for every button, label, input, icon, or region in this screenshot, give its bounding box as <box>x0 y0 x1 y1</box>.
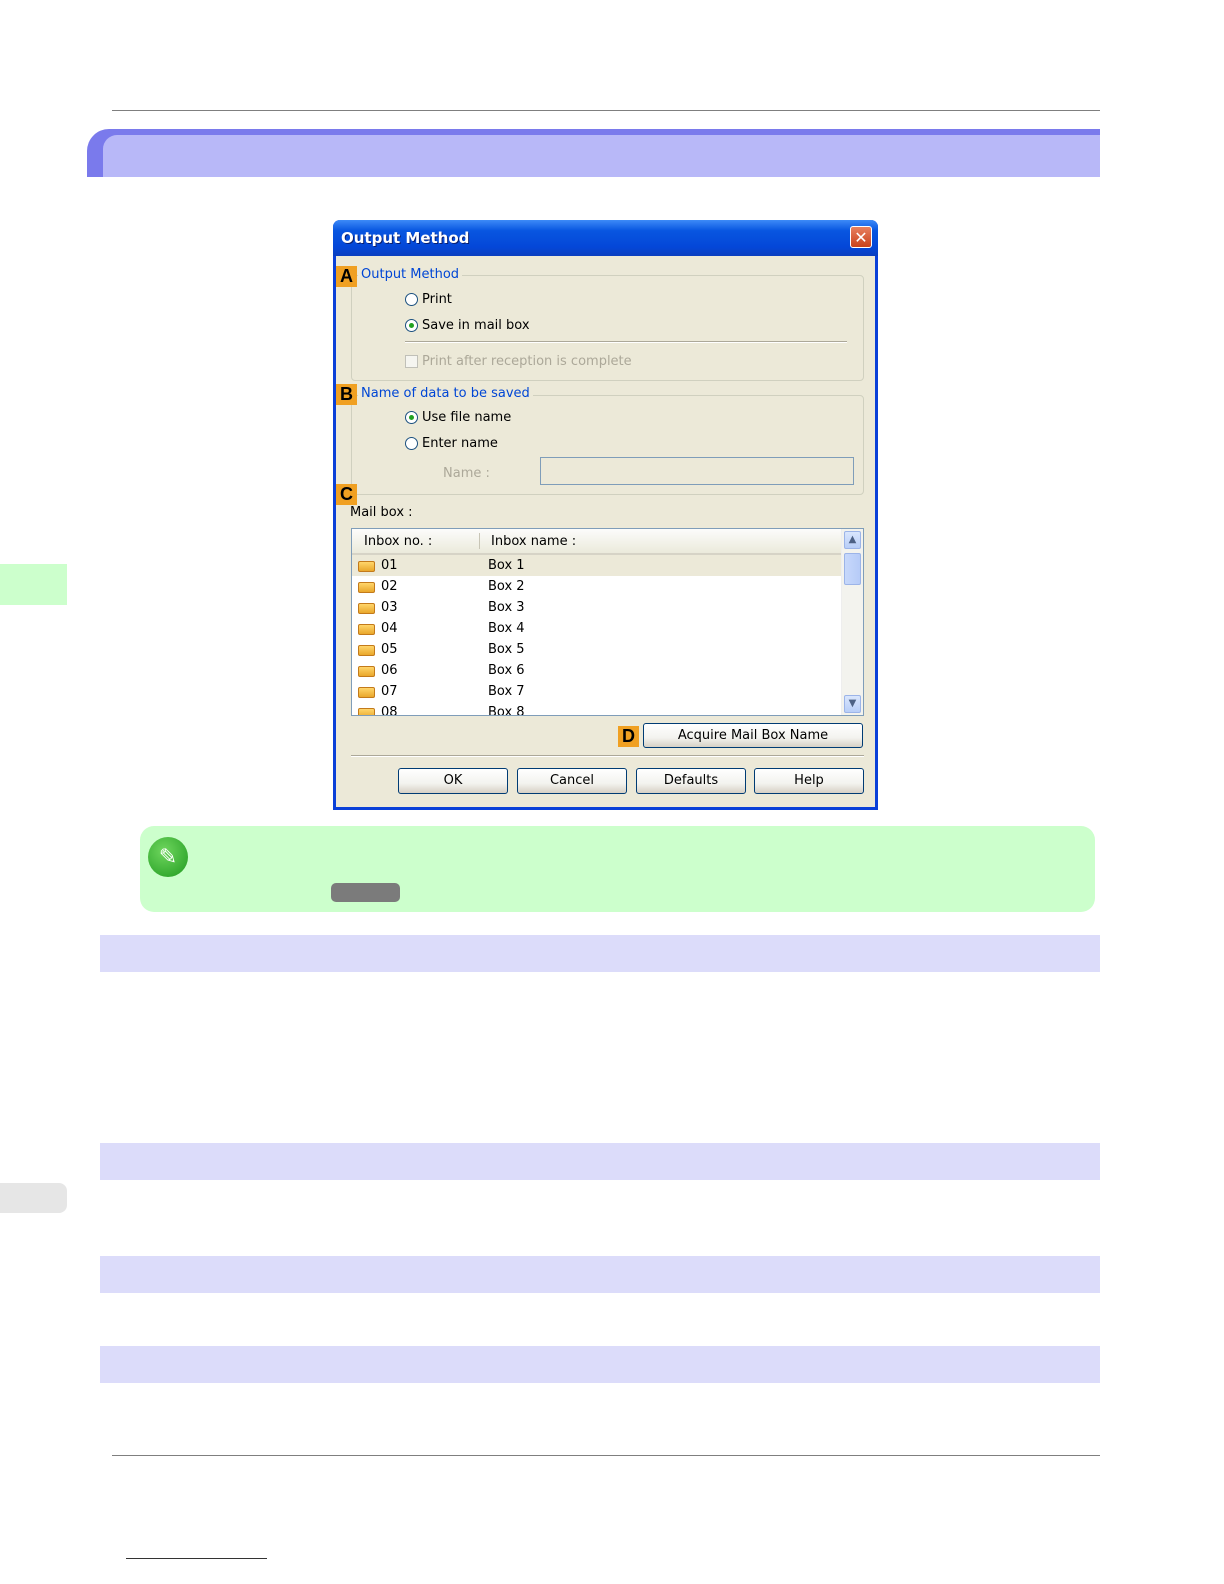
radio-save-in-mail-box-circle[interactable] <box>405 319 418 332</box>
mailbox-icon <box>358 561 375 572</box>
radio-use-file-name-circle[interactable] <box>405 411 418 424</box>
name-field-label: Name : <box>443 466 490 481</box>
checkbox-print-after-reception-box[interactable] <box>405 355 418 368</box>
note-box: ✎ <box>140 826 1095 912</box>
list-item[interactable]: 08 Box 8 <box>352 702 841 716</box>
radio-enter-name-circle[interactable] <box>405 437 418 450</box>
inbox-name: Box 1 <box>488 558 525 573</box>
section-band-4 <box>100 1346 1100 1383</box>
mail-box-label: Mail box : <box>350 505 413 520</box>
ok-button[interactable]: OK <box>398 768 508 794</box>
inbox-no: 03 <box>381 600 398 615</box>
radio-enter-name-label: Enter name <box>422 436 498 451</box>
column-divider[interactable] <box>479 533 480 549</box>
page-title-band-inner <box>103 135 1100 177</box>
list-item[interactable]: 02 Box 2 <box>352 576 841 597</box>
dialog-titlebar[interactable]: Output Method ✕ <box>333 220 878 256</box>
mailbox-icon <box>358 645 375 656</box>
inbox-name: Box 7 <box>488 684 525 699</box>
list-item[interactable]: 07 Box 7 <box>352 681 841 702</box>
acquire-mail-box-name-button[interactable]: Acquire Mail Box Name <box>643 723 863 748</box>
section-band-1 <box>100 935 1100 972</box>
list-item[interactable]: 03 Box 3 <box>352 597 841 618</box>
inbox-name: Box 3 <box>488 600 525 615</box>
inbox-no: 08 <box>381 705 398 716</box>
inbox-no: 06 <box>381 663 398 678</box>
radio-save-in-mail-box-label: Save in mail box <box>422 318 530 333</box>
mailbox-icon <box>358 582 375 593</box>
list-scrollbar[interactable]: ▲ ▼ <box>841 529 863 715</box>
radio-print-circle[interactable] <box>405 293 418 306</box>
checkbox-print-after-reception[interactable]: Print after reception is complete <box>405 354 632 369</box>
radio-use-file-name-label: Use file name <box>422 410 512 425</box>
inbox-no: 05 <box>381 642 398 657</box>
marker-c: C <box>336 484 357 505</box>
marker-d: D <box>618 726 639 747</box>
column-inbox-name[interactable]: Inbox name : <box>491 534 576 549</box>
group-a-separator <box>405 341 847 343</box>
inbox-name: Box 8 <box>488 705 525 716</box>
buttons-separator <box>351 755 864 757</box>
defaults-button[interactable]: Defaults <box>636 768 746 794</box>
marker-a: A <box>336 266 357 287</box>
radio-save-in-mail-box[interactable]: Save in mail box <box>405 318 530 333</box>
dialog-title: Output Method <box>341 229 470 247</box>
checkbox-print-after-reception-label: Print after reception is complete <box>422 354 632 369</box>
radio-use-file-name[interactable]: Use file name <box>405 410 511 425</box>
radio-print[interactable]: Print <box>405 292 452 307</box>
mailbox-icon <box>358 687 375 698</box>
section-band-2 <box>100 1143 1100 1180</box>
name-of-data-legend: Name of data to be saved <box>358 386 533 401</box>
radio-print-label: Print <box>422 292 452 307</box>
output-method-legend: Output Method <box>358 267 463 282</box>
pencil-icon: ✎ <box>148 837 188 877</box>
list-item[interactable]: 04 Box 4 <box>352 618 841 639</box>
column-inbox-no[interactable]: Inbox no. : <box>364 534 432 549</box>
inbox-no: 07 <box>381 684 398 699</box>
list-item[interactable]: 01 Box 1 <box>352 555 841 576</box>
inbox-name: Box 6 <box>488 663 525 678</box>
scroll-up-icon[interactable]: ▲ <box>844 531 861 549</box>
page-title-band <box>87 129 1100 177</box>
list-item[interactable]: 05 Box 5 <box>352 639 841 660</box>
section-band-3 <box>100 1256 1100 1293</box>
inbox-no: 04 <box>381 621 398 636</box>
chapter-side-tab-secondary <box>0 1183 67 1213</box>
scroll-down-icon[interactable]: ▼ <box>844 695 861 713</box>
list-item[interactable]: 06 Box 6 <box>352 660 841 681</box>
chapter-side-tab <box>0 564 67 605</box>
scroll-thumb[interactable] <box>844 553 861 585</box>
inbox-name: Box 4 <box>488 621 525 636</box>
inbox-name: Box 5 <box>488 642 525 657</box>
bottom-rule <box>112 1455 1100 1456</box>
inbox-no: 01 <box>381 558 398 573</box>
footer-link-underline[interactable] <box>126 1558 267 1559</box>
list-header: Inbox no. : Inbox name : <box>352 529 841 555</box>
mailbox-icon <box>358 603 375 614</box>
reference-button[interactable] <box>331 883 400 902</box>
name-input[interactable] <box>540 457 854 485</box>
help-button[interactable]: Help <box>754 768 864 794</box>
output-method-dialog: Output Method ✕ A Output Method Print Sa… <box>333 220 878 810</box>
inbox-name: Box 2 <box>488 579 525 594</box>
mailbox-icon <box>358 708 375 715</box>
radio-enter-name[interactable]: Enter name <box>405 436 498 451</box>
mailbox-icon <box>358 624 375 635</box>
cancel-button[interactable]: Cancel <box>517 768 627 794</box>
marker-b: B <box>336 384 357 405</box>
top-rule <box>112 110 1100 111</box>
mail-box-list[interactable]: Inbox no. : Inbox name : 01 Box 1 02 Box… <box>351 528 864 716</box>
mailbox-icon <box>358 666 375 677</box>
inbox-no: 02 <box>381 579 398 594</box>
list-rows: 01 Box 1 02 Box 2 03 Box 3 04 Box 4 05 B… <box>352 555 841 716</box>
close-button[interactable]: ✕ <box>850 226 872 248</box>
